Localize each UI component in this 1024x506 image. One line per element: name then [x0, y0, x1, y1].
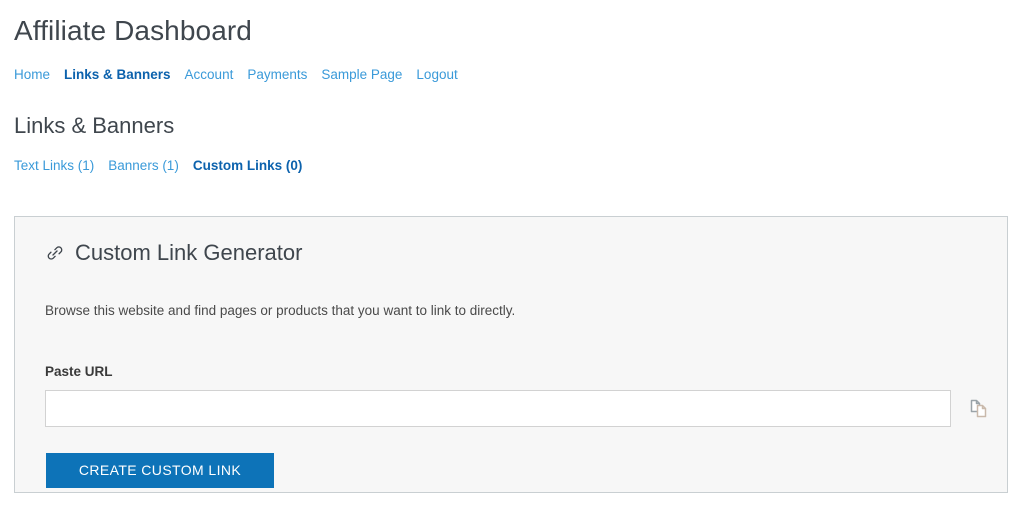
nav-item-payments[interactable]: Payments — [247, 67, 307, 82]
card-title: Custom Link Generator — [75, 240, 303, 265]
link-icon — [45, 243, 65, 263]
page-title: Affiliate Dashboard — [14, 15, 252, 46]
tab-custom-links[interactable]: Custom Links (0) — [193, 158, 303, 173]
tab-banners[interactable]: Banners (1) — [108, 158, 179, 173]
nav-item-sample-page[interactable]: Sample Page — [321, 67, 402, 82]
tab-text-links[interactable]: Text Links (1) — [14, 158, 94, 173]
card-description: Browse this website and find pages or pr… — [45, 302, 516, 318]
nav-item-links-banners[interactable]: Links & Banners — [64, 67, 171, 82]
sub-tab-bar: Text Links (1) Banners (1) Custom Links (0… — [14, 157, 1010, 175]
copy-icon — [967, 396, 993, 422]
create-custom-link-button[interactable]: CREATE CUSTOM LINK — [46, 453, 274, 488]
section-title: Links & Banners — [14, 113, 175, 138]
paste-url-row — [15, 381, 1007, 427]
nav-item-home[interactable]: Home — [14, 67, 50, 82]
main-navigation: Home Links & Banners Account Payments Sample… — [14, 66, 1010, 84]
copy-button[interactable] — [965, 394, 995, 424]
card-header: Custom Link Generator — [15, 217, 1007, 267]
affiliate-dashboard-page: Affiliate Dashboard Home Links & Banners A… — [0, 0, 1024, 506]
nav-item-logout[interactable]: Logout — [416, 67, 457, 82]
paste-url-label: Paste URL — [45, 364, 113, 379]
paste-url-input[interactable] — [45, 390, 951, 427]
custom-link-generator-card: Custom Link Generator Browse this websit… — [14, 216, 1008, 493]
nav-item-account[interactable]: Account — [185, 67, 234, 82]
